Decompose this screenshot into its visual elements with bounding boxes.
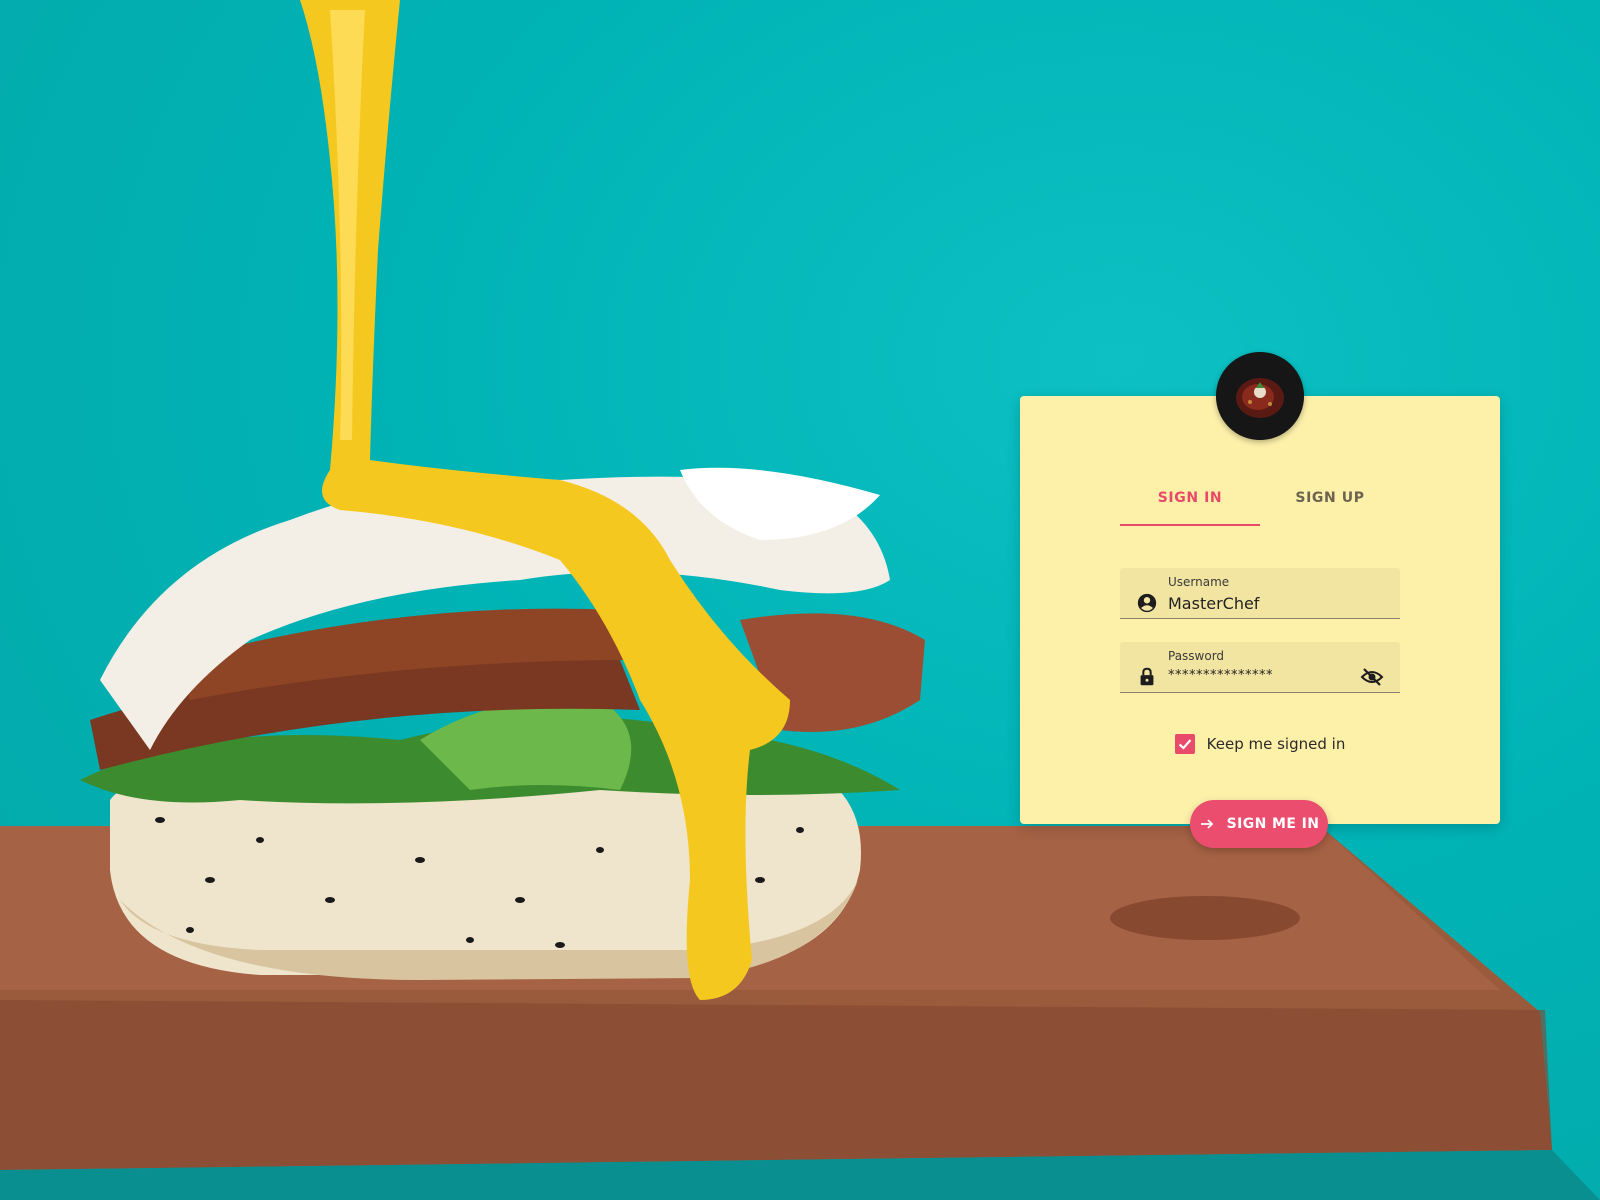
- board-edge: [0, 1000, 1552, 1170]
- password-label: Password: [1168, 649, 1225, 663]
- tab-sign-up[interactable]: SIGN UP: [1260, 480, 1400, 526]
- keep-signed-in-checkbox[interactable]: [1174, 734, 1195, 754]
- password-input[interactable]: [1168, 664, 1358, 686]
- username-input[interactable]: [1168, 592, 1358, 614]
- sign-me-in-button[interactable]: SIGN ME IN: [1190, 800, 1328, 848]
- username-field[interactable]: Username: [1120, 568, 1400, 619]
- tab-sign-in[interactable]: SIGN IN: [1120, 480, 1260, 526]
- lock-icon: [1136, 666, 1158, 688]
- login-card: SIGN IN SIGN UP Username Password Keep m…: [1020, 396, 1500, 824]
- board-hole: [1110, 896, 1300, 940]
- password-field[interactable]: Password: [1120, 642, 1400, 693]
- arrow-right-icon: [1200, 819, 1213, 829]
- dish-logo: [1216, 352, 1304, 440]
- eye-off-icon[interactable]: [1360, 666, 1384, 688]
- check-icon: [1178, 739, 1191, 750]
- username-label: Username: [1168, 575, 1230, 589]
- auth-tabs: SIGN IN SIGN UP: [1120, 480, 1400, 526]
- keep-signed-in: Keep me signed in: [1020, 734, 1500, 754]
- avatar: [1216, 352, 1304, 440]
- sign-me-in-label: SIGN ME IN: [1226, 816, 1320, 832]
- account-circle-icon: [1136, 592, 1158, 614]
- keep-signed-in-label: Keep me signed in: [1206, 735, 1346, 753]
